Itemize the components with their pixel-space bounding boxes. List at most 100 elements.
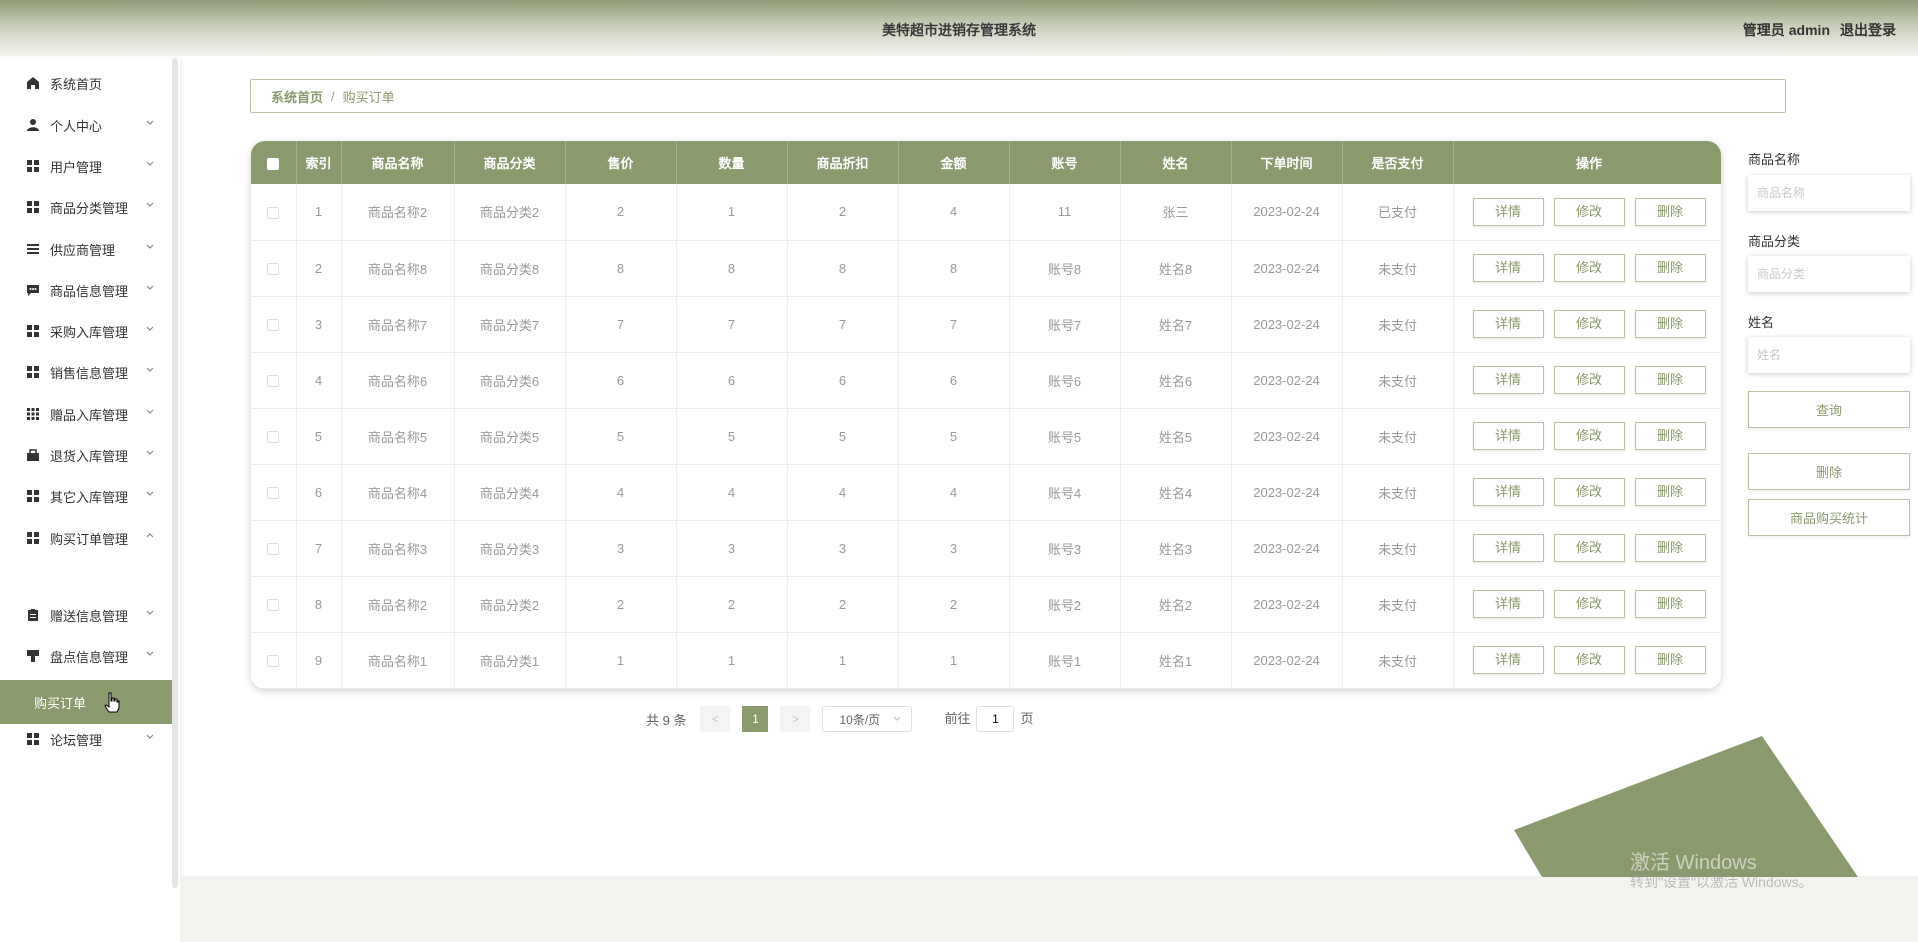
edit-button[interactable]: 修改 — [1553, 197, 1625, 226]
batch-delete-button[interactable]: 删除 — [1748, 453, 1910, 490]
detail-button[interactable]: 详情 — [1472, 366, 1544, 394]
search-category-input[interactable] — [1748, 256, 1910, 292]
table-cell: 2 — [898, 576, 1010, 632]
detail-button[interactable]: 详情 — [1472, 254, 1544, 282]
query-button[interactable]: 查询 — [1748, 391, 1910, 428]
goto-page-input[interactable] — [976, 706, 1015, 732]
chevron-down-icon — [146, 326, 154, 331]
detail-button[interactable]: 详情 — [1472, 197, 1544, 226]
page-size-select[interactable]: 10条/页 — [822, 706, 913, 732]
row-select-cell — [251, 352, 297, 408]
logout-link[interactable]: 退出登录 — [1840, 22, 1896, 38]
edit-button[interactable]: 修改 — [1553, 422, 1625, 450]
grid-icon — [27, 366, 39, 378]
edit-button[interactable]: 修改 — [1553, 534, 1625, 562]
pagination-next-button[interactable]: > — [780, 706, 811, 732]
chevron-down-icon — [146, 610, 154, 615]
row-select-cell — [251, 240, 297, 296]
user-name: admin — [1788, 22, 1830, 38]
table-row[interactable]: 4 商品名称6 商品分类6 6 6 6 6 账号6 姓名6 2023-02-24 未支付 详情 修改 删除 — [251, 352, 1721, 408]
table-cell: 商品名称2 — [341, 184, 455, 240]
sidebar-subitem-purchase-order[interactable]: 购买订单 — [0, 680, 178, 724]
breadcrumb-current: 购买订单 — [342, 89, 395, 105]
breadcrumb-home[interactable]: 系统首页 — [271, 87, 323, 106]
row-checkbox[interactable] — [267, 375, 280, 388]
edit-button[interactable]: 修改 — [1553, 254, 1625, 282]
table-cell: 商品分类7 — [454, 296, 566, 352]
column-header: 金额 — [898, 141, 1010, 184]
pagination-prev-button[interactable]: < — [700, 706, 731, 732]
detail-button[interactable]: 详情 — [1472, 310, 1544, 338]
chevron-up-icon — [146, 533, 154, 538]
sidebar-scrollbar[interactable] — [172, 58, 178, 888]
table-cell: 2023-02-24 — [1231, 408, 1343, 464]
table-cell: 6 — [565, 352, 677, 408]
table-cell: 2 — [676, 576, 788, 632]
search-person-input[interactable] — [1748, 337, 1910, 373]
table-cell: 未支付 — [1342, 520, 1454, 576]
edit-button[interactable]: 修改 — [1553, 310, 1625, 338]
search-name-input[interactable] — [1748, 175, 1910, 211]
table-cell: 5 — [296, 408, 342, 464]
chevron-down-icon — [894, 716, 901, 721]
pagination-page-1[interactable]: 1 — [742, 706, 769, 732]
sidebar-item-12[interactable]: 购买订单管理 — [0, 513, 172, 563]
table-cell: 1 — [676, 184, 788, 240]
row-checkbox[interactable] — [267, 263, 280, 276]
row-select-cell — [251, 184, 297, 240]
table-cell: 未支付 — [1342, 296, 1454, 352]
table-row[interactable]: 9 商品名称1 商品分类1 1 1 1 1 账号1 姓名1 2023-02-24 未支付 详情 修改 删除 — [251, 632, 1721, 688]
purchase-stats-button[interactable]: 商品购买统计 — [1748, 499, 1910, 536]
row-checkbox[interactable] — [267, 319, 280, 332]
detail-button[interactable]: 详情 — [1472, 478, 1544, 506]
table-cell: 张三 — [1120, 184, 1232, 240]
table-cell: 2 — [296, 240, 342, 296]
edit-button[interactable]: 修改 — [1553, 478, 1625, 506]
app-title: 美特超市进销存管理系统 — [882, 22, 1036, 38]
table-row[interactable]: 8 商品名称2 商品分类2 2 2 2 2 账号2 姓名2 2023-02-24 未支付 详情 修改 删除 — [251, 576, 1721, 632]
row-checkbox[interactable] — [267, 655, 280, 668]
detail-button[interactable]: 详情 — [1472, 534, 1544, 562]
delete-button[interactable]: 删除 — [1634, 534, 1706, 562]
detail-button[interactable]: 详情 — [1472, 646, 1544, 674]
row-checkbox[interactable] — [267, 206, 280, 219]
delete-button[interactable]: 删除 — [1634, 646, 1706, 674]
table-row[interactable]: 1 商品名称2 商品分类2 2 1 2 4 11 张三 2023-02-24 已支付 详情 修改 删除 — [251, 184, 1721, 240]
table-cell: 6 — [296, 464, 342, 520]
table-cell: 2023-02-24 — [1231, 632, 1343, 688]
edit-button[interactable]: 修改 — [1553, 366, 1625, 394]
delete-button[interactable]: 删除 — [1634, 590, 1706, 618]
delete-button[interactable]: 删除 — [1634, 254, 1706, 282]
table-row[interactable]: 3 商品名称7 商品分类7 7 7 7 7 账号7 姓名7 2023-02-24 未支付 详情 修改 删除 — [251, 296, 1721, 352]
select-all-checkbox[interactable] — [267, 157, 280, 170]
row-checkbox[interactable] — [267, 431, 280, 444]
table-cell: 5 — [898, 408, 1010, 464]
table-cell: 账号8 — [1009, 240, 1121, 296]
chevron-down-icon — [146, 450, 154, 455]
delete-button[interactable]: 删除 — [1634, 422, 1706, 450]
row-checkbox[interactable] — [267, 543, 280, 556]
table-row[interactable]: 2 商品名称8 商品分类8 8 8 8 8 账号8 姓名8 2023-02-24 未支付 详情 修改 删除 — [251, 240, 1721, 296]
edit-button[interactable]: 修改 — [1553, 646, 1625, 674]
row-checkbox[interactable] — [267, 487, 280, 500]
detail-button[interactable]: 详情 — [1472, 422, 1544, 450]
detail-button[interactable]: 详情 — [1472, 590, 1544, 618]
edit-button[interactable]: 修改 — [1553, 590, 1625, 618]
grid-icon — [27, 733, 39, 745]
table-cell: 姓名6 — [1120, 352, 1232, 408]
delete-button[interactable]: 删除 — [1634, 197, 1706, 226]
goto-prefix: 前往 — [944, 711, 971, 726]
grid-icon — [27, 490, 39, 502]
table-cell: 账号7 — [1009, 296, 1121, 352]
delete-button[interactable]: 删除 — [1634, 366, 1706, 394]
table-row[interactable]: 5 商品名称5 商品分类5 5 5 5 5 账号5 姓名5 2023-02-24 未支付 详情 修改 删除 — [251, 408, 1721, 464]
goto-suffix: 页 — [1020, 711, 1034, 726]
table-cell: 4 — [898, 184, 1010, 240]
row-checkbox[interactable] — [267, 599, 280, 612]
delete-button[interactable]: 删除 — [1634, 478, 1706, 506]
table-row[interactable]: 7 商品名称3 商品分类3 3 3 3 3 账号3 姓名3 2023-02-24 未支付 详情 修改 删除 — [251, 520, 1721, 576]
delete-button[interactable]: 删除 — [1634, 310, 1706, 338]
table-cell: 商品分类2 — [454, 184, 566, 240]
table-row[interactable]: 6 商品名称4 商品分类4 4 4 4 4 账号4 姓名4 2023-02-24 未支付 详情 修改 删除 — [251, 464, 1721, 520]
table-cell: 已支付 — [1342, 184, 1454, 240]
